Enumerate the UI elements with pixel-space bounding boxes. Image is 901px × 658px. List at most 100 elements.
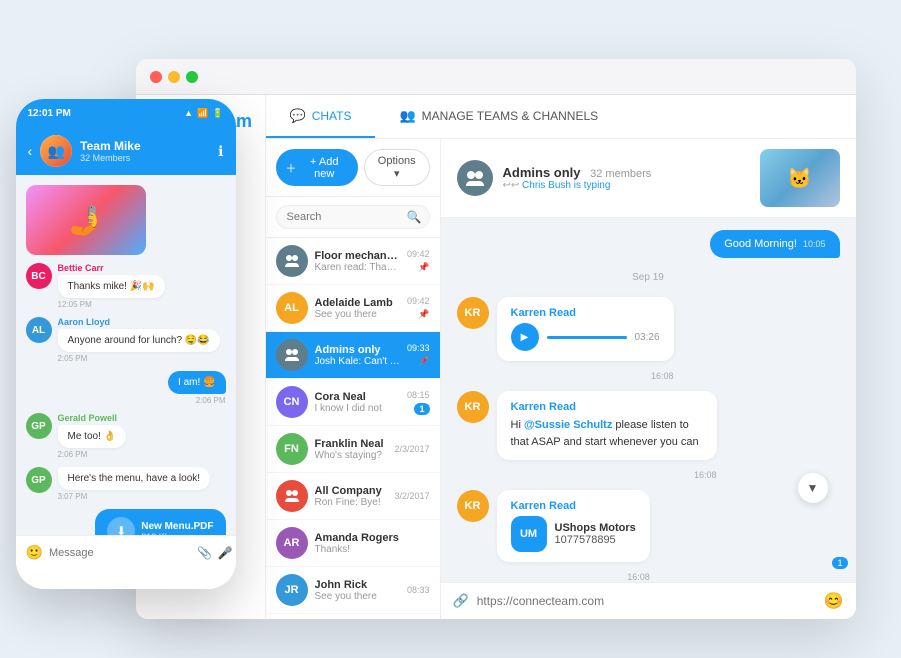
audio-message-card: Karren Read ▶ 03:26 (497, 297, 674, 361)
chat-item-info: All Company Ron Fine: Bye! (315, 485, 388, 508)
avatar: KR (457, 391, 489, 423)
emoji-icon[interactable]: 😊 (824, 591, 844, 611)
chat-item-info: John Rick See you there (315, 579, 400, 602)
chat-item[interactable]: FN Franklin Neal Who's staying? 2/3/2017 (266, 426, 440, 473)
audio-duration: 03:26 (635, 332, 660, 343)
cat-thumbnail: 🐱 (760, 149, 840, 207)
chat-item-preview: See you there (315, 309, 400, 320)
avatar (276, 480, 308, 512)
message-info: Gerald Powell Me too! 👌 2:06 PM (58, 413, 127, 459)
message-text: Hi @Sussie Schultz please listen to that… (511, 417, 703, 450)
maximize-button[interactable] (186, 71, 198, 83)
mic-icon[interactable]: 🎤 (218, 546, 233, 560)
active-chat-name: Admins only 32 members (503, 165, 750, 180)
back-button[interactable]: ‹ (28, 143, 33, 159)
message-sender-name: Aaron Lloyd (58, 317, 220, 327)
chat-item[interactable]: CN Cora Neal I know I did not 08:15 1 (266, 379, 440, 426)
chat-list-header: ＋ + Add new Options ▾ (266, 139, 440, 197)
group-avatar-icon (284, 253, 300, 269)
search-icon: 🔍 (407, 210, 422, 224)
add-new-button[interactable]: ＋ + Add new (276, 149, 358, 186)
company-phone: 1077578895 (555, 534, 636, 546)
message-time: 2:06 PM (196, 396, 226, 405)
chat-item-name: Floor mechanics (315, 250, 400, 262)
member-count: 32 members (590, 168, 651, 180)
avatar: AR (276, 527, 308, 559)
typing-indicator: ↩↩ Chris Bush is typing (503, 180, 750, 191)
options-button[interactable]: Options ▾ (364, 149, 430, 186)
avatar (276, 339, 308, 371)
chat-item-name: Adelaide Lamb (315, 297, 400, 309)
chat-window: Admins only 32 members ↩↩ Chris Bush is … (441, 139, 856, 619)
chat-item-time: 09:42 (407, 296, 430, 306)
avatar: CN (276, 386, 308, 418)
group-avatar-icon (284, 347, 300, 363)
message-bubble: Me too! 👌 (58, 425, 127, 448)
phone-message-file: ⬇ New Menu.PDF 318 Kb 2:06 PM (26, 509, 226, 535)
chat-input[interactable] (477, 594, 816, 608)
message-time: 12:05 PM (58, 300, 165, 309)
avatar: JR (276, 574, 308, 606)
message-time: 16:08 (497, 470, 717, 480)
chat-item[interactable]: AR Amanda Rogers Thanks! (266, 520, 440, 567)
window-body: connecteam Overview (136, 95, 856, 619)
phone-message-aaron: AL Aaron Lloyd Anyone around for lunch? … (26, 317, 226, 363)
avatar (276, 245, 308, 277)
main-content: 💬 CHATS 👥 MANAGE TEAMS & CHANNELS (266, 95, 856, 619)
window-titlebar (136, 59, 856, 95)
company-avatar: UM (511, 516, 547, 552)
message-content: Karren Read UM UShops Motors 1077578895 (497, 490, 650, 582)
chat-item[interactable]: All Company Ron Fine: Bye! 3/2/2017 (266, 473, 440, 520)
file-info: New Menu.PDF 318 Kb (141, 521, 213, 536)
pin-icon: 📌 (418, 356, 429, 367)
tab-chats-label: CHATS (312, 109, 352, 123)
phone-message-gerald2: GP Here's the menu, have a look! 3:07 PM (26, 467, 226, 501)
chat-item-info: Franklin Neal Who's staying? (315, 438, 388, 461)
chat-item-preview: Karen read: Thanks! (315, 262, 400, 273)
tab-manage[interactable]: 👥 MANAGE TEAMS & CHANNELS (375, 95, 622, 138)
chat-item-time: 09:33 (407, 343, 430, 353)
file-download-icon: ⬇ (107, 517, 135, 535)
battery-icon: 🔋 (212, 108, 223, 119)
link-icon: 🔗 (453, 593, 469, 609)
chat-item-meta: 3/2/2017 (394, 491, 429, 501)
avatar: BC (26, 263, 52, 289)
chat-item-time: 3/2/2017 (394, 491, 429, 501)
chat-item[interactable]: Engineers Josh Kale: Can't think of any … (266, 614, 440, 619)
message-sender-name: Gerald Powell (58, 413, 127, 423)
phone-message-input[interactable] (49, 547, 191, 559)
chat-item-meta: 09:42 📌 (407, 296, 430, 320)
unread-badge: 1 (414, 403, 429, 415)
chat-item-name: Admins only (315, 344, 400, 356)
chat-item[interactable]: AL Adelaide Lamb See you there 09:42 📌 (266, 285, 440, 332)
close-button[interactable] (150, 71, 162, 83)
desktop-window: connecteam Overview (136, 59, 856, 619)
tab-chats[interactable]: 💬 CHATS (266, 95, 376, 138)
attach-icon[interactable]: 📎 (197, 546, 212, 560)
pin-icon: 📌 (418, 309, 429, 320)
phone-chat-name: Team Mike (80, 139, 210, 153)
window-controls (150, 71, 198, 83)
date-divider: Sep 19 (457, 272, 840, 283)
chat-item[interactable]: Floor mechanics Karen read: Thanks! 09:4… (266, 238, 440, 285)
phone-input-bar: 🙂 📎 🎤 (16, 535, 236, 569)
info-icon[interactable]: ℹ (218, 143, 223, 160)
phone-message-gerald1: GP Gerald Powell Me too! 👌 2:06 PM (26, 413, 226, 459)
emoji-icon[interactable]: 🙂 (26, 544, 43, 561)
play-button[interactable]: ▶ (511, 323, 539, 351)
search-box: 🔍 (266, 197, 440, 238)
chat-item-admins-only[interactable]: Admins only Josh Kale: Can't think of an… (266, 332, 440, 379)
phone-header-info: Team Mike 32 Members (80, 139, 210, 163)
phone-time: 12:01 PM (28, 108, 71, 119)
scroll-down-button[interactable]: ▼ (798, 473, 828, 503)
chat-item[interactable]: JR John Rick See you there 08:33 (266, 567, 440, 614)
chat-item-info: Floor mechanics Karen read: Thanks! (315, 250, 400, 273)
chat-item-preview: Who's staying? (315, 450, 388, 461)
audio-player: ▶ 03:26 (511, 323, 660, 351)
minimize-button[interactable] (168, 71, 180, 83)
message-bubble: Anyone around for lunch? 🤤😂 (58, 329, 220, 352)
company-details: UShops Motors 1077578895 (555, 522, 636, 546)
chat-item-name: John Rick (315, 579, 400, 591)
incoming-message-text: KR Karren Read Hi @Sussie Schultz please… (457, 391, 840, 480)
chat-input-bar: 🔗 😊 (441, 582, 856, 619)
